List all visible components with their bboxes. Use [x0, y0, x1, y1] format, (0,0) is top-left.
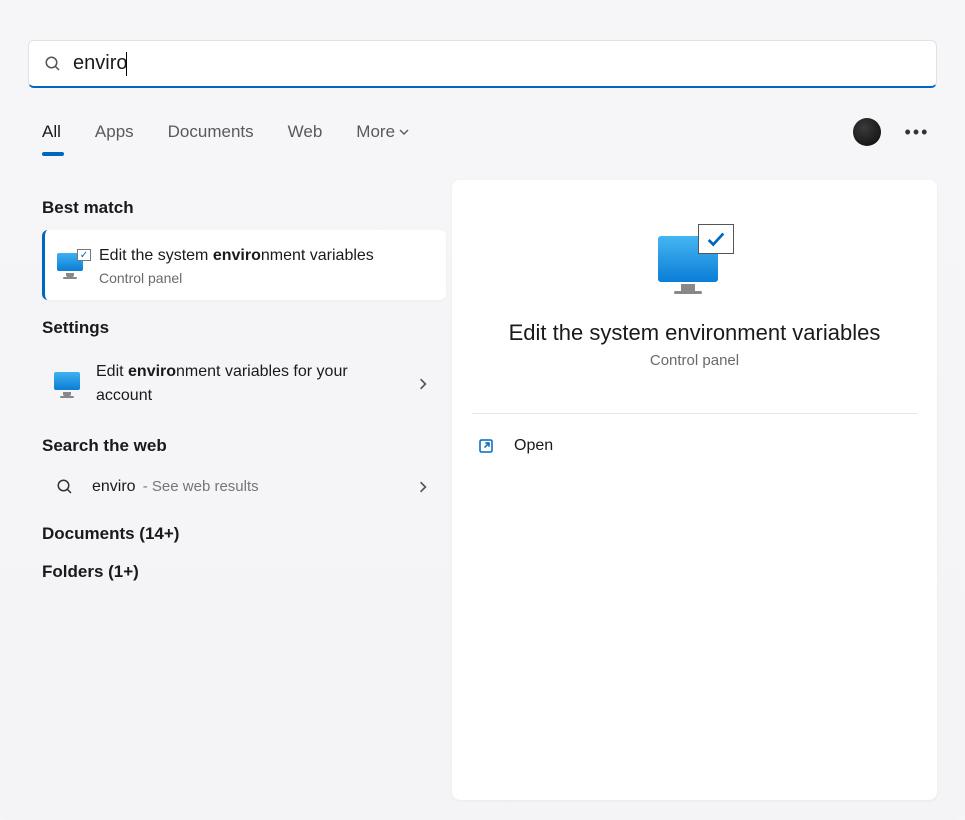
chevron-right-icon — [414, 478, 432, 496]
detail-pane: Edit the system environment variables Co… — [452, 180, 937, 800]
result-title: Edit the system environment variables — [99, 244, 432, 268]
search-box[interactable]: enviro — [28, 40, 937, 88]
system-settings-icon — [54, 372, 82, 396]
system-settings-large-icon — [656, 224, 734, 294]
result-subtitle: Control panel — [99, 270, 432, 286]
chevron-right-icon — [414, 375, 432, 393]
more-options-button[interactable]: ••• — [903, 118, 931, 146]
open-label: Open — [514, 437, 553, 455]
detail-title: Edit the system environment variables — [509, 320, 881, 346]
result-web-search[interactable]: enviro - See web results — [42, 468, 446, 506]
section-documents[interactable]: Documents (14+) — [42, 524, 446, 544]
system-settings-icon: ✓ — [57, 253, 85, 277]
tab-documents[interactable]: Documents — [168, 122, 254, 142]
web-hint: - See web results — [139, 478, 259, 495]
section-search-web: Search the web — [42, 436, 446, 456]
tab-web[interactable]: Web — [288, 122, 323, 142]
result-title: Edit environment variables for your acco… — [96, 360, 400, 408]
user-avatar[interactable] — [853, 118, 881, 146]
tab-apps[interactable]: Apps — [95, 122, 134, 142]
result-best-match[interactable]: ✓ Edit the system environment variables … — [42, 230, 446, 300]
chevron-down-icon — [399, 127, 409, 137]
detail-subtitle: Control panel — [650, 352, 739, 369]
search-input[interactable]: enviro — [73, 52, 127, 76]
tab-all[interactable]: All — [42, 122, 61, 142]
divider — [472, 413, 917, 414]
search-icon — [43, 54, 63, 74]
result-settings-item[interactable]: Edit environment variables for your acco… — [42, 350, 446, 418]
section-best-match: Best match — [42, 198, 446, 218]
tab-more[interactable]: More — [356, 122, 409, 142]
search-icon — [56, 478, 74, 496]
web-term: enviro — [92, 478, 136, 495]
section-folders[interactable]: Folders (1+) — [42, 562, 446, 582]
section-settings: Settings — [42, 318, 446, 338]
open-action[interactable]: Open — [472, 426, 917, 466]
open-external-icon — [476, 436, 496, 456]
